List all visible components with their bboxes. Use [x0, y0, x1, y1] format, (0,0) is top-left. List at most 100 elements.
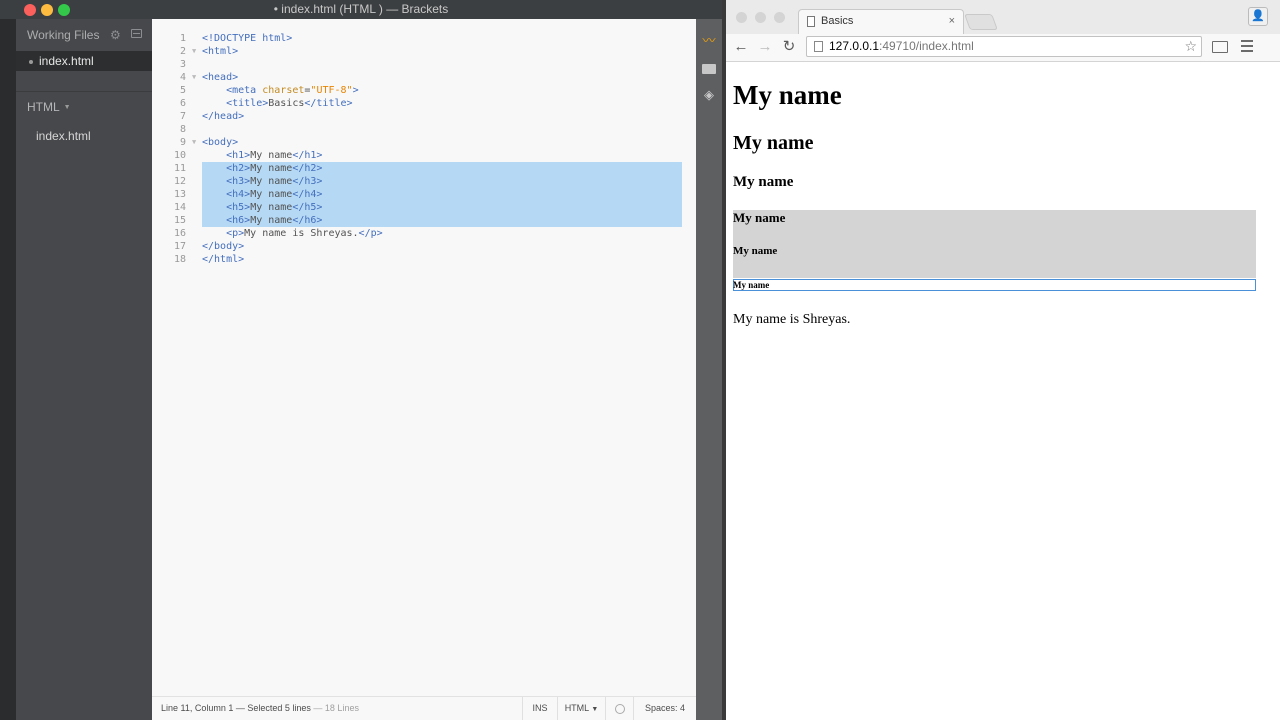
code-line[interactable]: 12 <h3>My name</h3>: [152, 175, 696, 188]
chrome-window: Basics × 👤 ← → ↻ 127.0.0.1:49710/index.h…: [726, 0, 1280, 720]
code-line[interactable]: 1 <!DOCTYPE html>: [152, 32, 696, 45]
code-text: <h3>My name</h3>: [226, 176, 323, 187]
code-text: <h4>My name</h4>: [226, 189, 323, 200]
zoom-window-button[interactable]: [58, 4, 70, 16]
tab-basics[interactable]: Basics ×: [798, 9, 964, 34]
code-line[interactable]: 5 <meta charset="UTF-8">: [152, 84, 696, 97]
extension-manager-icon[interactable]: [701, 61, 717, 77]
gear-icon[interactable]: ⚙: [110, 28, 121, 42]
code-text: <head>: [202, 72, 239, 83]
line-number: 14: [173, 202, 186, 213]
project-dropdown[interactable]: HTML ▼: [27, 100, 71, 114]
code-line[interactable]: 9 ▼ <body>: [152, 136, 696, 149]
fold-toggle-icon[interactable]: ▼: [192, 136, 196, 149]
code-text: <title>Basics</title>: [226, 98, 353, 109]
working-file-label: index.html: [39, 54, 94, 68]
paragraph: My name is Shreyas.: [733, 312, 851, 327]
project-file-item[interactable]: index.html: [36, 129, 91, 143]
code-text: <body>: [202, 137, 239, 148]
line-number: 10: [173, 150, 186, 161]
sidebar: Working Files ⚙ index.html HTML ▼ index.h…: [16, 19, 152, 720]
minimize-window-button[interactable]: [41, 4, 53, 16]
menu-icon[interactable]: [1241, 40, 1253, 52]
split-view-icon[interactable]: [131, 29, 142, 38]
code-text: </body>: [202, 241, 245, 252]
linter-status-icon[interactable]: [605, 697, 633, 720]
fold-toggle-icon[interactable]: ▼: [192, 45, 196, 58]
line-number: 3: [179, 59, 186, 70]
code-text: <html>: [202, 46, 239, 57]
code-line[interactable]: 6 <title>Basics</title>: [152, 97, 696, 110]
line-number: 2: [179, 46, 186, 57]
insert-mode-toggle[interactable]: INS: [522, 697, 557, 720]
indent-spaces[interactable]: Spaces: 4: [633, 697, 696, 720]
close-icon[interactable]: ×: [949, 10, 955, 33]
line-count: — 18 Lines: [310, 703, 359, 713]
heading-h4: My name: [733, 210, 786, 225]
heading-h6: My name: [733, 280, 770, 290]
forward-button[interactable]: →: [756, 38, 774, 56]
address-bar[interactable]: 127.0.0.1:49710/index.html ☆: [806, 36, 1202, 57]
language-select[interactable]: HTML ▼: [557, 697, 605, 720]
code-line[interactable]: 8: [152, 123, 696, 136]
brackets-window: • index.html (HTML ) — Brackets Working …: [0, 0, 722, 720]
code-line[interactable]: 13 <h4>My name</h4>: [152, 188, 696, 201]
code-text: <h1>My name</h1>: [226, 150, 323, 161]
heading-h3: My name: [733, 174, 794, 190]
line-number: 4: [179, 72, 186, 83]
star-icon[interactable]: ☆: [1184, 37, 1197, 56]
project-name: HTML: [27, 100, 60, 114]
close-window-button[interactable]: [24, 4, 36, 16]
fold-toggle-icon[interactable]: ▼: [192, 71, 196, 84]
code-editor[interactable]: 1 <!DOCTYPE html> 2 ▼ <html> 3 4 ▼ <head> 5 <meta…: [152, 19, 696, 696]
heading-h5: My name: [733, 245, 778, 257]
code-line[interactable]: 10 <h1>My name</h1>: [152, 149, 696, 162]
line-number: 16: [173, 228, 186, 239]
code-line[interactable]: 4 ▼ <head>: [152, 71, 696, 84]
cast-icon[interactable]: [1212, 41, 1228, 53]
url-host: 127.0.0.1: [829, 39, 880, 53]
page-icon: [814, 41, 823, 52]
code-line[interactable]: 3: [152, 58, 696, 71]
line-number: 17: [173, 241, 186, 252]
inspector-highlight: [733, 210, 1256, 278]
page-viewport: My name My name My name My name My name …: [726, 63, 1280, 720]
browser-toolbar: ← → ↻ 127.0.0.1:49710/index.html ☆: [726, 34, 1280, 62]
code-text: </head>: [202, 111, 245, 122]
chrome-close-button[interactable]: [736, 12, 747, 23]
code-text: <meta charset="UTF-8">: [226, 85, 359, 96]
code-line[interactable]: 7 </head>: [152, 110, 696, 123]
line-number: 9: [179, 137, 186, 148]
sidebar-divider: [16, 91, 152, 92]
line-number: 1: [179, 33, 186, 44]
reload-button[interactable]: ↻: [780, 38, 798, 56]
heading-h2: My name: [733, 132, 814, 154]
working-file-item[interactable]: index.html: [16, 51, 152, 71]
code-line[interactable]: 11 <h2>My name</h2>: [152, 162, 696, 175]
layers-icon[interactable]: ◈: [701, 87, 717, 103]
chrome-minimize-button[interactable]: [755, 12, 766, 23]
code-text: <h5>My name</h5>: [226, 202, 323, 213]
live-preview-icon[interactable]: 〰: [701, 33, 717, 49]
code-line[interactable]: 15 <h6>My name</h6>: [152, 214, 696, 227]
tab-title: Basics: [821, 15, 854, 27]
working-files-header: Working Files: [27, 28, 100, 42]
line-number: 13: [173, 189, 186, 200]
window-title: • index.html (HTML ) — Brackets: [273, 2, 449, 16]
code-line[interactable]: 17 </body>: [152, 240, 696, 253]
tab-strip: Basics × 👤: [726, 0, 1280, 34]
cursor-position: Line 11, Column 1 — Selected 5 lines — 1…: [161, 703, 359, 713]
code-line[interactable]: 18 </html>: [152, 253, 696, 266]
code-line[interactable]: 16 <p>My name is Shreyas.</p>: [152, 227, 696, 240]
chrome-zoom-button[interactable]: [774, 12, 785, 23]
code-line[interactable]: 2 ▼ <html>: [152, 45, 696, 58]
code-text: </html>: [202, 254, 245, 265]
profile-icon[interactable]: 👤: [1248, 7, 1268, 26]
line-number: 7: [179, 111, 186, 122]
back-button[interactable]: ←: [732, 38, 750, 56]
new-tab-button[interactable]: [964, 14, 998, 30]
line-number: 6: [179, 98, 186, 109]
inspector-outline: [733, 279, 1256, 291]
code-text: <h6>My name</h6>: [226, 215, 323, 226]
code-line[interactable]: 14 <h5>My name</h5>: [152, 201, 696, 214]
